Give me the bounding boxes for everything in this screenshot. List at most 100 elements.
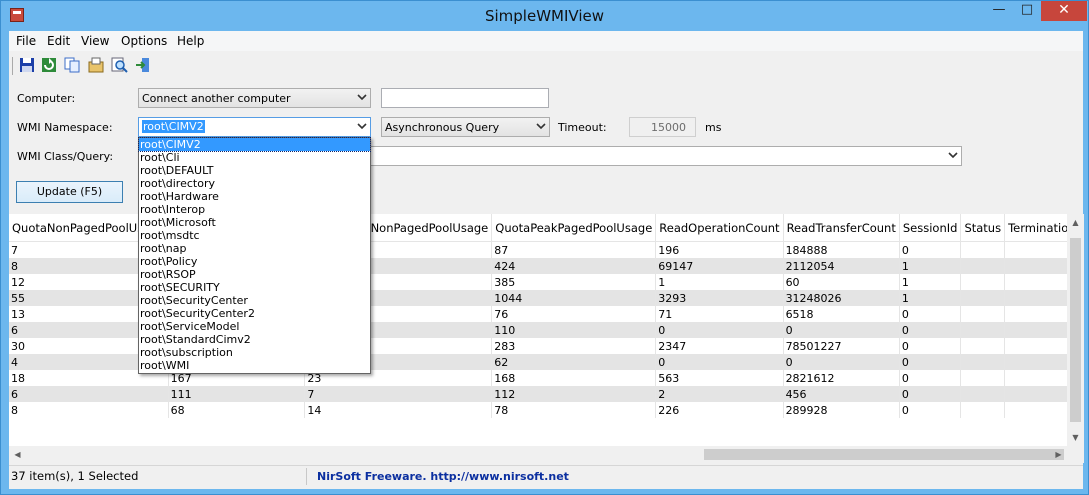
table-cell: 0 (655, 354, 784, 370)
column-header[interactable]: TerminationDate (1004, 214, 1067, 242)
copy-icon[interactable] (63, 56, 81, 74)
table-cell: 14 (304, 402, 493, 418)
timeout-input[interactable]: 15000 (629, 117, 696, 137)
properties-icon[interactable] (87, 56, 105, 74)
menu-edit[interactable]: Edit (47, 34, 70, 48)
namespace-label: WMI Namespace: (17, 121, 113, 134)
dropdown-option[interactable]: root\subscription (139, 346, 370, 359)
table-cell: 1 (899, 258, 962, 274)
menu-help[interactable]: Help (177, 34, 204, 48)
table-cell (1004, 370, 1067, 386)
dropdown-option[interactable]: root\SECURITY (139, 281, 370, 294)
table-cell: 385 (491, 274, 657, 290)
table-cell (960, 338, 1006, 354)
table-cell: 7 (304, 386, 493, 402)
computer-label: Computer: (17, 92, 76, 105)
toolbar-separator (12, 57, 13, 75)
table-cell: 6 (9, 386, 169, 402)
minimize-button[interactable]: — (985, 1, 1013, 21)
menu-file[interactable]: File (16, 34, 36, 48)
computer-name-input[interactable] (381, 88, 549, 108)
scroll-right-icon[interactable]: ▶ (1050, 446, 1067, 463)
column-header[interactable]: QuotaPeakPagedPoolUsage (491, 214, 657, 242)
chevron-down-icon (357, 94, 367, 101)
timeout-unit: ms (705, 121, 722, 134)
dropdown-option[interactable]: root\directory (139, 177, 370, 190)
save-icon[interactable] (18, 56, 36, 74)
chevron-down-icon (948, 152, 958, 159)
dropdown-option[interactable]: root\RSOP (139, 268, 370, 281)
main-window: SimpleWMIView — □ ✕ File Edit View Optio… (0, 0, 1089, 495)
dropdown-option[interactable]: root\CIMV2 (138, 137, 371, 152)
table-cell: 110 (491, 322, 657, 338)
namespace-dropdown-list[interactable]: root\CIMV2 root\Cli root\DEFAULT root\direc… (138, 137, 371, 374)
dropdown-option[interactable]: root\Cli (139, 151, 370, 164)
table-cell (960, 354, 1006, 370)
table-cell: 68 (168, 402, 306, 418)
dropdown-option[interactable]: root\Hardware (139, 190, 370, 203)
horizontal-scroll-thumb[interactable] (704, 449, 1064, 460)
table-cell (960, 290, 1006, 306)
table-cell (1004, 322, 1067, 338)
dropdown-option[interactable]: root\msdtc (139, 229, 370, 242)
exit-icon[interactable] (134, 56, 152, 74)
column-header[interactable]: ReadTransferCount (783, 214, 900, 242)
dropdown-option[interactable]: root\Policy (139, 255, 370, 268)
title-bar[interactable]: SimpleWMIView — □ ✕ (1, 1, 1088, 31)
dropdown-option[interactable]: root\DEFAULT (139, 164, 370, 177)
table-cell: 168 (491, 370, 657, 386)
vertical-scroll-thumb[interactable] (1070, 238, 1081, 422)
table-cell: 8 (9, 402, 169, 418)
table-cell: 1044 (491, 290, 657, 306)
scroll-up-icon[interactable]: ▲ (1067, 214, 1084, 231)
table-row[interactable]: 8 68 14 78 226 289928 0 (9, 402, 1067, 418)
table-cell: 0 (899, 386, 962, 402)
namespace-select-value: root\CIMV2 (142, 120, 205, 133)
table-cell: 1 (899, 274, 962, 290)
timeout-label: Timeout: (558, 121, 607, 134)
table-cell: 1 (899, 290, 962, 306)
chevron-down-icon (536, 123, 546, 130)
table-cell (960, 386, 1006, 402)
maximize-button[interactable]: □ (1013, 1, 1041, 21)
scroll-left-icon[interactable]: ◀ (9, 446, 26, 463)
vertical-scrollbar[interactable]: ▲ ▼ (1067, 214, 1084, 463)
dropdown-option[interactable]: root\Microsoft (139, 216, 370, 229)
scroll-down-icon[interactable]: ▼ (1067, 429, 1084, 446)
horizontal-scrollbar[interactable]: ◀ ▶ (9, 446, 1067, 463)
computer-select[interactable]: Connect another computer (138, 88, 371, 108)
status-credit-link[interactable]: NirSoft Freeware. http://www.nirsoft.net (306, 468, 617, 485)
chevron-down-icon (357, 123, 367, 130)
dropdown-option[interactable]: root\SecurityCenter (139, 294, 370, 307)
query-mode-select[interactable]: Asynchronous Query (381, 117, 550, 137)
refresh-icon[interactable] (40, 56, 58, 74)
table-cell (960, 258, 1006, 274)
column-header[interactable]: SessionId (899, 214, 962, 242)
table-cell (1004, 338, 1067, 354)
table-cell: 71 (655, 306, 784, 322)
close-button[interactable]: ✕ (1041, 1, 1087, 21)
table-cell (960, 402, 1006, 418)
dropdown-option[interactable]: root\nap (139, 242, 370, 255)
namespace-select[interactable]: root\CIMV2 (138, 117, 371, 137)
window-title: SimpleWMIView (484, 7, 604, 25)
table-cell: 563 (655, 370, 784, 386)
column-header[interactable]: Status (960, 214, 1006, 242)
dropdown-option[interactable]: root\SecurityCenter2 (139, 307, 370, 320)
menu-options[interactable]: Options (121, 34, 167, 48)
dropdown-option[interactable]: root\StandardCimv2 (139, 333, 370, 346)
table-cell (1004, 402, 1067, 418)
column-header[interactable]: ReadOperationCount (655, 214, 784, 242)
table-cell: 0 (899, 306, 962, 322)
table-cell: 226 (655, 402, 784, 418)
dropdown-option[interactable]: root\ServiceModel (139, 320, 370, 333)
table-cell: 0 (899, 370, 962, 386)
table-cell: 0 (899, 354, 962, 370)
table-row[interactable]: 6 111 7 112 2 456 0 (9, 386, 1067, 402)
dropdown-option[interactable]: root\Interop (139, 203, 370, 216)
find-icon[interactable] (110, 56, 128, 74)
dropdown-option[interactable]: root\WMI (139, 359, 370, 372)
menu-bar: File Edit View Options Help (9, 31, 1083, 51)
menu-view[interactable]: View (81, 34, 109, 48)
update-button[interactable]: Update (F5) (16, 181, 123, 203)
